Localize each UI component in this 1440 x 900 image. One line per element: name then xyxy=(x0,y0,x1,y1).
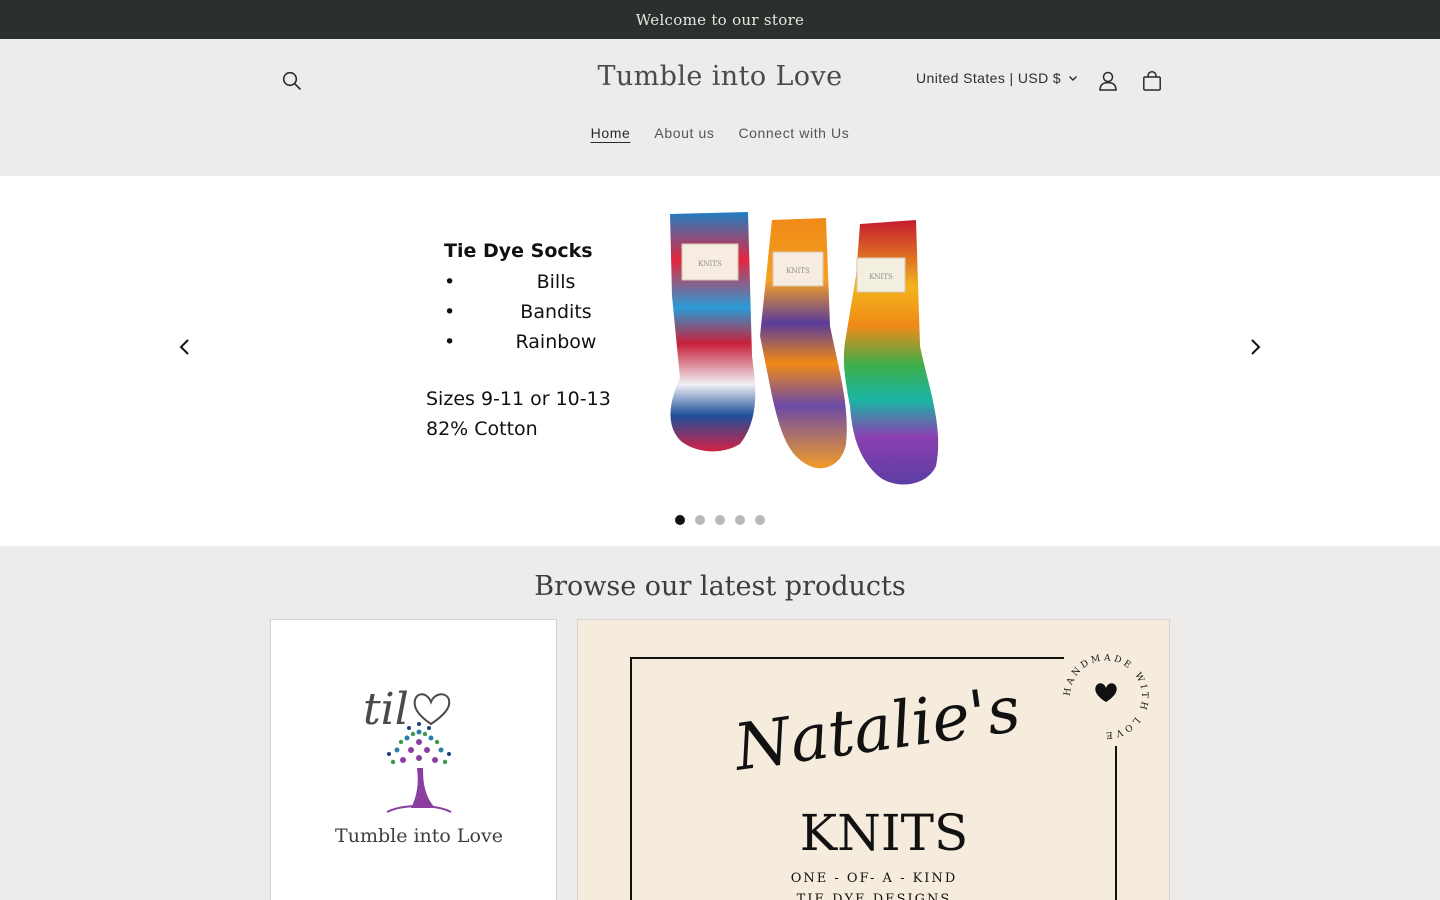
sock-tag-label: KNITS xyxy=(786,267,810,275)
slide-title: Tie Dye Socks xyxy=(444,240,593,262)
script-natalies-text: Natalie's xyxy=(728,673,1025,787)
slide-text-block: Tie Dye Socks Bills Bandits Rainbow Size… xyxy=(426,240,626,444)
product-card-tumble-into-love[interactable]: til Tumble into Love xyxy=(270,619,557,900)
tagline-text-2: TIE DYE DESIGNS xyxy=(797,892,952,900)
heart-icon xyxy=(1095,683,1117,702)
nav-item-about-us[interactable]: About us xyxy=(654,125,714,141)
chevron-down-icon xyxy=(1069,76,1078,81)
section-heading: Browse our latest products xyxy=(534,571,906,602)
slide-list-item: Rainbow xyxy=(426,328,626,358)
sock-tag-label: KNITS xyxy=(869,273,893,281)
logo-script-text: til xyxy=(363,684,409,735)
chevron-left-icon xyxy=(179,339,189,355)
slide-dot-5[interactable] xyxy=(755,515,765,525)
natalies-knits-logo: Natalie's KNITS ONE - OF- A - KIND TIE D… xyxy=(630,653,1146,900)
tie-dye-socks-image: KNITS KNITS KNITS xyxy=(670,212,939,485)
search-button[interactable] xyxy=(272,61,312,101)
product-card-natalies-knits[interactable]: Natalie's KNITS ONE - OF- A - KIND TIE D… xyxy=(577,619,1170,900)
slide-dot-3[interactable] xyxy=(715,515,725,525)
tagline-text: ONE - OF- A - KIND xyxy=(791,871,958,886)
slide-list-item: Bandits xyxy=(426,298,626,328)
country-currency-selector[interactable]: United States | USD $ xyxy=(916,70,1079,86)
nav-item-connect-with-us[interactable]: Connect with Us xyxy=(738,125,849,141)
slide-material-text: 82% Cotton xyxy=(426,418,538,440)
main-navigation: Home About us Connect with Us xyxy=(0,125,1440,141)
search-icon xyxy=(282,71,301,90)
sock-tag-label: KNITS xyxy=(698,260,722,268)
tumble-into-love-logo: til Tumble into Love xyxy=(335,684,503,847)
slide-dot-4[interactable] xyxy=(735,515,745,525)
hero-slideshow: Tie Dye Socks Bills Bandits Rainbow Size… xyxy=(0,176,1440,546)
chevron-right-icon xyxy=(1251,339,1261,355)
knits-text: KNITS xyxy=(800,804,968,862)
slide-dot-2[interactable] xyxy=(695,515,705,525)
slide-prev-button[interactable] xyxy=(170,332,200,362)
slide-sizes-text: Sizes 9-11 or 10-13 xyxy=(426,388,611,410)
announcement-bar: Welcome to our store xyxy=(0,0,1440,39)
account-icon xyxy=(1099,71,1117,91)
slide-pagination xyxy=(0,515,1440,525)
account-button[interactable] xyxy=(1088,61,1128,101)
store-logo-link[interactable]: Tumble into Love xyxy=(520,61,920,92)
brand-name-text: Tumble into Love xyxy=(335,825,503,847)
slide-next-button[interactable] xyxy=(1240,332,1270,362)
slide-item-list: Bills Bandits Rainbow xyxy=(426,268,626,358)
cart-button[interactable] xyxy=(1132,61,1172,101)
slide-dot-1[interactable] xyxy=(675,515,685,525)
site-header: Tumble into Love United States | USD $ H… xyxy=(0,39,1440,176)
nav-item-home[interactable]: Home xyxy=(591,125,631,141)
country-currency-label: United States | USD $ xyxy=(916,70,1062,86)
latest-products-section: Browse our latest products til Tumble in… xyxy=(0,546,1440,900)
handmade-with-love-seal: HANDMADE WITH LOVE xyxy=(1063,653,1146,739)
announcement-text: Welcome to our store xyxy=(635,10,805,29)
cart-icon xyxy=(1143,70,1161,91)
slide-list-item: Bills xyxy=(426,268,626,298)
